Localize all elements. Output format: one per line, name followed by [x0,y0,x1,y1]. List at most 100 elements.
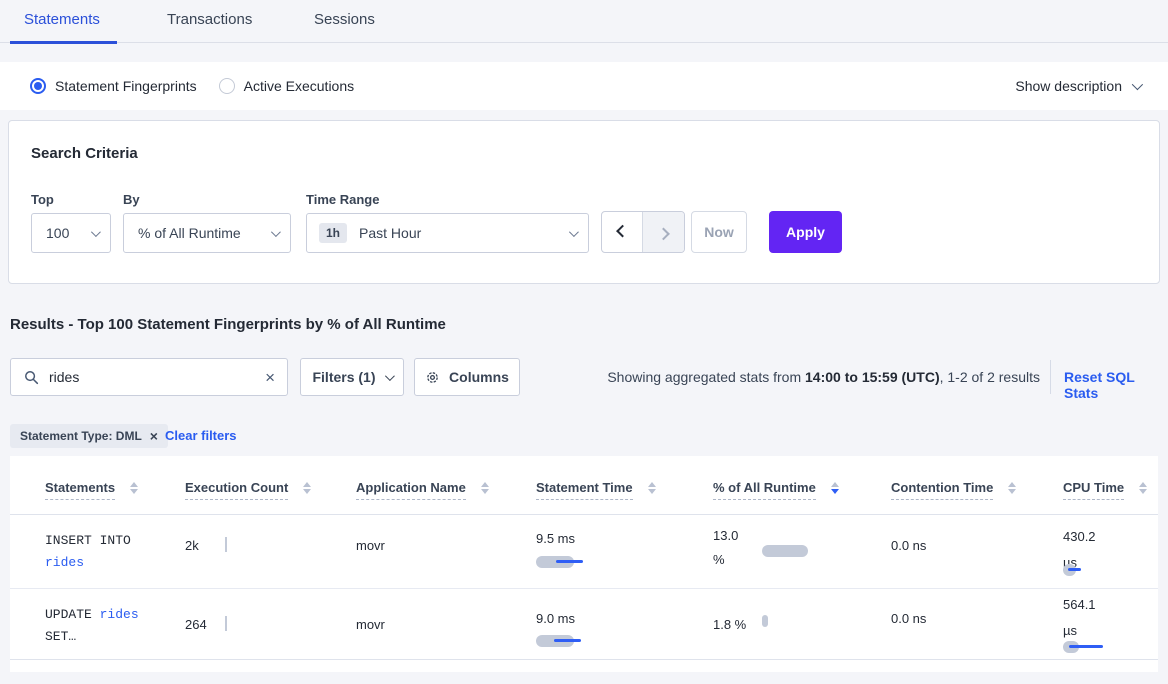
col-header-statements[interactable]: Statements [45,480,138,500]
sort-icon[interactable] [481,482,489,494]
divider [1050,360,1051,394]
statement-fingerprint: UPDATE rides SET… [45,604,139,648]
clear-filters-link[interactable]: Clear filters [165,428,237,443]
chevron-down-icon [91,227,101,237]
columns-button[interactable]: Columns [414,358,520,396]
radio-statement-fingerprints[interactable]: Statement Fingerprints [30,78,197,94]
sort-icon[interactable] [130,482,138,494]
col-header-contention-time[interactable]: Contention Time [891,480,1016,500]
by-select-value: % of All Runtime [138,225,241,241]
by-label: By [123,192,140,207]
top-select-value: 100 [46,225,69,241]
statement-time-mean-line [556,560,583,563]
statement-time-mean-line [554,639,581,642]
tab-bar: Statements Transactions Sessions [0,0,1168,43]
by-select[interactable]: % of All Runtime [123,213,291,253]
tab-sessions[interactable]: Sessions [314,11,375,28]
sql-keyword: UPDATE [45,607,92,622]
statement-time-value: 9.0 ms [536,611,575,626]
chevron-down-icon [569,227,579,237]
table-row: INSERT INTO rides 2k movr 9.5 ms 13.0 % … [10,515,1158,589]
execution-count-bar [225,616,227,631]
time-range-label: Time Range [306,192,379,207]
col-header-application-name[interactable]: Application Name [356,480,489,500]
runtime-pct-bar [762,545,808,557]
time-range-value: Past Hour [359,225,421,241]
statement-fingerprint: INSERT INTO rides [45,530,131,574]
filter-chip-statement-type: Statement Type: DML × [10,424,168,448]
filters-button-label: Filters (1) [312,369,375,385]
radio-active-executions-label: Active Executions [244,78,355,94]
statement-time-value: 9.5 ms [536,531,575,546]
cpu-time-mean-line [1068,568,1081,571]
show-description-toggle[interactable]: Show description [1015,62,1140,110]
statements-table: Statements Execution Count Application N… [10,456,1158,672]
chevron-left-icon [616,224,629,237]
top-select[interactable]: 100 [31,213,111,253]
sort-desc-icon[interactable] [831,482,839,494]
sort-icon[interactable] [303,482,311,494]
sort-icon[interactable] [1008,482,1016,494]
next-time-button[interactable] [643,212,684,252]
time-range-select[interactable]: 1h Past Hour [306,213,589,253]
contention-time-value: 0.0 ns [891,538,926,553]
stats-suffix: , 1-2 of 2 results [940,369,1040,385]
search-criteria-card: Search Criteria Top By Time Range 100 % … [8,120,1160,284]
search-icon [24,370,39,385]
radio-statement-fingerprints-label: Statement Fingerprints [55,78,197,94]
col-header-pct-all-runtime[interactable]: % of All Runtime [713,480,839,500]
sql-rest: SET… [45,629,76,644]
col-header-execution-count[interactable]: Execution Count [185,480,311,500]
execution-count-bar [225,537,227,552]
statement-search-box: × [10,358,288,396]
show-description-label: Show description [1015,78,1122,94]
clear-search-icon[interactable]: × [265,369,275,386]
application-name-value: movr [356,617,385,632]
tab-transactions[interactable]: Transactions [167,11,252,28]
stats-time-range: 14:00 to 15:59 (UTC) [805,369,940,385]
tab-statements[interactable]: Statements [24,11,100,28]
sort-icon[interactable] [1139,482,1147,494]
search-criteria-title: Search Criteria [31,145,138,162]
sql-keyword: INSERT INTO [45,533,131,548]
time-pager [601,211,685,253]
view-mode-bar: Statement Fingerprints Active Executions… [0,62,1168,110]
col-header-cpu-time[interactable]: CPU Time [1063,480,1147,500]
view-mode-radio-group: Statement Fingerprints Active Executions [30,62,354,110]
chevron-down-icon [1132,79,1143,90]
statement-link[interactable]: rides [45,555,84,570]
chevron-right-icon [657,227,670,240]
top-label: Top [31,192,54,207]
previous-time-button[interactable] [602,212,643,252]
execution-count-value: 2k [185,538,199,553]
now-button[interactable]: Now [691,211,747,253]
sql-activity-page: Statements Transactions Sessions Stateme… [0,0,1168,684]
execution-count-value: 264 [185,617,207,632]
search-input[interactable] [49,369,265,385]
apply-button[interactable]: Apply [769,211,842,253]
contention-time-value: 0.0 ns [891,611,926,626]
filter-chip-label: Statement Type: DML [20,429,142,443]
radio-unselected-icon [219,78,235,94]
runtime-pct-value: 1.8 % [713,617,746,632]
reset-sql-stats-link[interactable]: Reset SQL Stats [1064,369,1168,401]
col-header-statement-time[interactable]: Statement Time [536,480,656,500]
runtime-pct-bar [762,615,768,627]
statement-link[interactable]: rides [100,607,139,622]
active-tab-indicator [10,41,117,44]
chevron-down-icon [384,371,394,381]
table-header-row: Statements Execution Count Application N… [10,456,1158,515]
remove-filter-icon[interactable]: × [150,429,158,443]
sort-icon[interactable] [648,482,656,494]
chevron-down-icon [271,227,281,237]
columns-button-label: Columns [449,369,509,385]
gear-icon [425,370,440,385]
table-row: UPDATE rides SET… 264 movr 9.0 ms 1.8 % … [10,589,1158,660]
runtime-pct-value: 13.0 % [713,524,738,572]
filters-button[interactable]: Filters (1) [300,358,404,396]
radio-selected-icon [30,78,46,94]
results-heading: Results - Top 100 Statement Fingerprints… [10,316,446,333]
cpu-time-value: 564.1 µs [1063,592,1096,644]
application-name-value: movr [356,538,385,553]
radio-active-executions[interactable]: Active Executions [219,78,355,94]
